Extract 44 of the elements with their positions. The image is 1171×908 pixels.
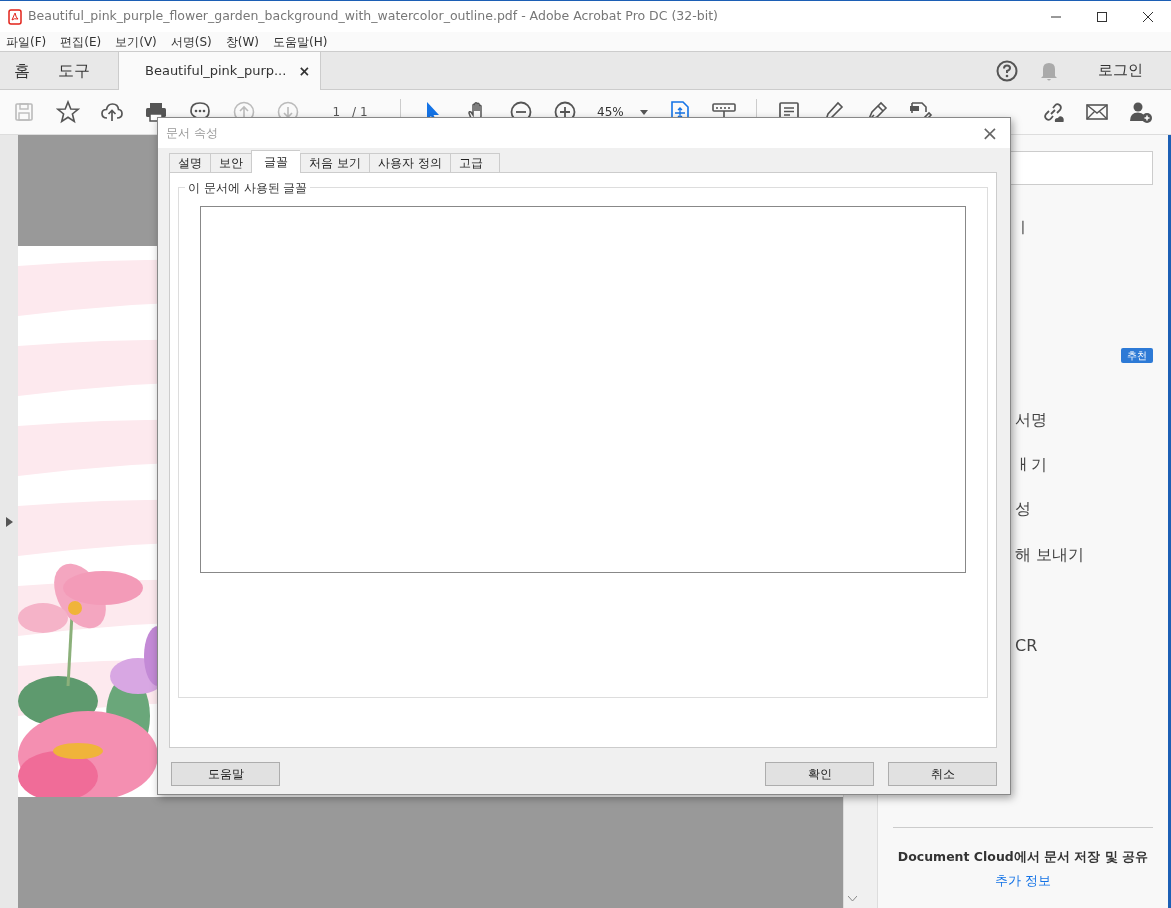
ok-button[interactable]: 확인 (765, 762, 874, 786)
help-button[interactable]: 도움말 (171, 762, 280, 786)
tool-label[interactable]: ㅐ기 (1015, 454, 1047, 476)
tool-label[interactable]: 서명 (1015, 409, 1047, 431)
menu-item[interactable]: 편집(E) (60, 32, 102, 51)
add-user-icon[interactable] (1129, 100, 1153, 124)
menu-item[interactable]: 도움말(H) (273, 32, 328, 51)
tab[interactable]: 도구 (44, 52, 104, 89)
tab[interactable]: 설명 (169, 153, 210, 173)
expand-icon[interactable] (5, 516, 13, 527)
tab[interactable]: 고급 (449, 153, 500, 173)
zoom-field[interactable]: 45% (597, 103, 624, 121)
dropdown-icon[interactable] (639, 109, 648, 115)
cloud-promo-text: Document Cloud에서 문서 저장 및 공유 (896, 847, 1150, 866)
tool-label[interactable]: CR (1015, 635, 1038, 657)
tab[interactable]: 홈 (0, 52, 44, 89)
login-link[interactable]: 로그인 (1098, 59, 1143, 82)
tab[interactable]: 글꼴 (251, 150, 300, 173)
menu-item[interactable]: 서명(S) (170, 32, 212, 51)
menu-item[interactable]: 파일(F) (6, 32, 47, 51)
page-number-field[interactable]: 1 (332, 103, 341, 121)
tab[interactable]: 보안 (210, 153, 251, 173)
help-icon[interactable] (996, 59, 1018, 82)
link-cloud-icon[interactable] (1041, 100, 1065, 124)
more-info-link[interactable]: 추가 정보 (995, 872, 1051, 891)
window-title: Beautiful_pink_purple_flower_garden_background_with_watercolor_outline.pdf - Adobe Acrobat Pro DC (32-bit) (28, 7, 718, 26)
tab[interactable]: 사용자 정의 (368, 153, 450, 173)
tool-label[interactable]: ㅣ (1015, 217, 1031, 239)
menu-item[interactable]: 보기(V) (115, 32, 157, 51)
cancel-button[interactable]: 취소 (888, 762, 997, 786)
recommended-badge: 추천 (1121, 348, 1153, 363)
star-icon[interactable] (56, 100, 80, 124)
scroll-down-icon[interactable] (847, 896, 857, 902)
page-total: / 1 (352, 104, 368, 121)
menu-item[interactable]: 창(W) (225, 32, 259, 51)
dialog-title: 문서 속성 (166, 125, 218, 142)
tab[interactable]: Beautiful_pink_purp... × (118, 52, 322, 90)
tab[interactable]: 처음 보기 (300, 153, 369, 173)
close-tab-icon[interactable]: × (298, 60, 311, 82)
close-button[interactable]: × (970, 122, 1010, 144)
cloud-upload-icon[interactable] (100, 100, 124, 124)
pdf-icon (8, 8, 22, 25)
tool-label[interactable]: 성 (1015, 498, 1031, 520)
tool-label[interactable]: 해 보내기 (1015, 544, 1085, 566)
